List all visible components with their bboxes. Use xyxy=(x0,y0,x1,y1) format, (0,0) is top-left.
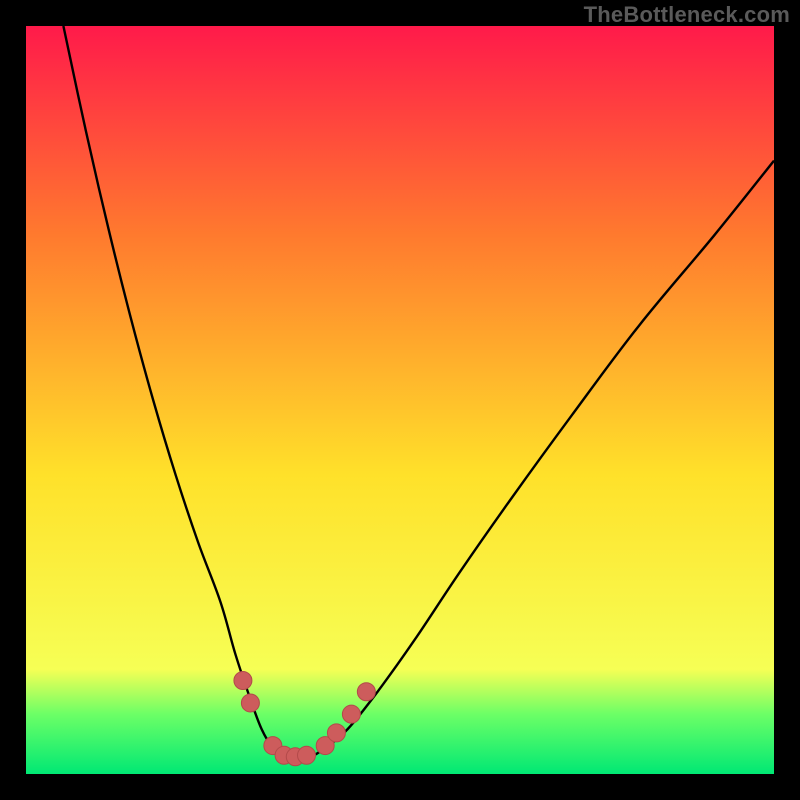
curve-marker xyxy=(327,724,345,742)
curve-marker xyxy=(241,694,259,712)
curve-marker xyxy=(357,683,375,701)
curve-marker xyxy=(342,705,360,723)
curve-marker xyxy=(298,746,316,764)
bottleneck-chart xyxy=(26,26,774,774)
attribution-text: TheBottleneck.com xyxy=(584,2,790,28)
chart-frame: TheBottleneck.com xyxy=(0,0,800,800)
curve-marker xyxy=(234,672,252,690)
